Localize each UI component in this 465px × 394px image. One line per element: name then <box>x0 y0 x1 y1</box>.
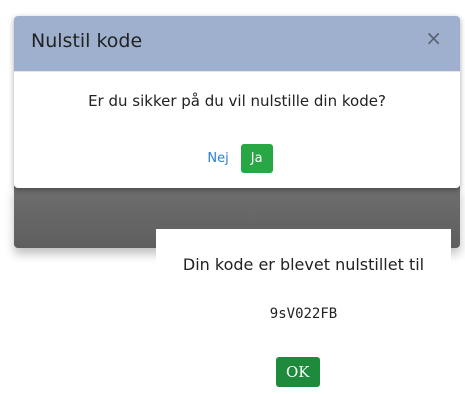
close-icon[interactable]: × <box>425 26 442 50</box>
no-button[interactable]: Nej <box>201 145 234 172</box>
dialog-buttons: Nej Ja <box>14 144 460 173</box>
new-code-value: 9sV022FB <box>269 306 338 322</box>
reset-result-panel: Din kode er blevet nulstillet til 9sV022… <box>156 229 451 394</box>
dialog-header: Nulstil kode × <box>14 16 460 72</box>
ok-button[interactable]: OK <box>276 357 320 387</box>
dialog-title: Nulstil kode <box>31 30 143 52</box>
yes-button[interactable]: Ja <box>240 144 273 173</box>
reset-code-dialog: Nulstil kode × Er du sikker på du vil nu… <box>14 16 460 188</box>
reset-result-message: Din kode er blevet nulstillet til <box>182 255 425 274</box>
confirm-question: Er du sikker på du vil nulstille din kod… <box>88 92 386 110</box>
